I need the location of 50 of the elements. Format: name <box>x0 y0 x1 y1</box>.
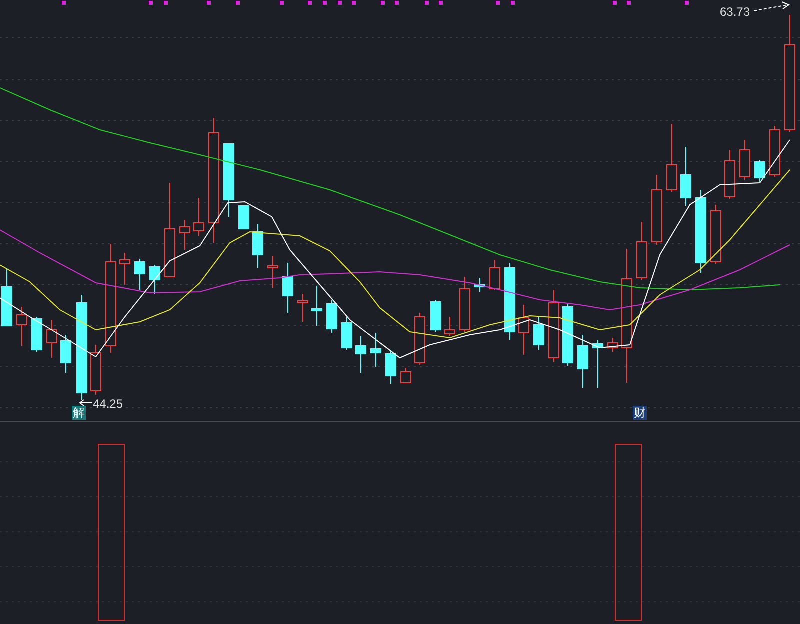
candlestick <box>400 368 412 384</box>
candlestick <box>16 306 28 346</box>
low-arrow-icon <box>79 400 92 406</box>
candlestick <box>562 302 574 366</box>
candlestick <box>238 206 250 230</box>
candlestick <box>770 126 780 178</box>
candlestick <box>430 300 442 332</box>
candlestick <box>120 252 130 286</box>
candlestick <box>578 334 588 388</box>
candlestick <box>474 278 486 292</box>
candlestick <box>356 336 366 374</box>
signal-marker: 财 <box>633 406 647 420</box>
candlestick <box>680 146 692 206</box>
candlestick <box>312 286 322 326</box>
candlestick <box>194 198 204 236</box>
candlestick <box>414 312 426 366</box>
candlestick <box>46 320 58 358</box>
candlestick <box>282 262 294 314</box>
candlestick <box>652 174 662 246</box>
low-price-label: 44.25 <box>93 396 124 413</box>
candlestick <box>460 276 470 332</box>
candlestick <box>150 264 160 294</box>
candlestick <box>298 294 308 322</box>
candlestick <box>444 316 456 336</box>
candlestick <box>90 344 102 396</box>
candlestick <box>592 340 604 388</box>
candlestick <box>326 300 338 334</box>
candlestick <box>32 316 42 352</box>
candlestick <box>740 140 750 180</box>
high-arrow-icon <box>754 2 790 12</box>
signal-marker: 解 <box>72 406 86 420</box>
candlestick <box>180 220 190 250</box>
candlestick <box>754 160 766 182</box>
candlestick <box>386 350 396 384</box>
candlestick <box>534 316 544 350</box>
high-price-label: 63.73 <box>720 4 750 21</box>
candlestick <box>252 224 264 268</box>
candlestick <box>724 150 736 200</box>
candlestick <box>268 256 278 288</box>
candlestick <box>370 332 382 368</box>
candlestick <box>342 316 352 350</box>
candlestick <box>518 304 530 356</box>
candlestick <box>666 124 678 192</box>
candlestick <box>608 338 618 352</box>
candlestick <box>134 258 146 290</box>
candlestick <box>60 334 72 374</box>
candlestick <box>2 268 12 326</box>
candlestick <box>710 204 722 264</box>
candlestick <box>490 260 500 290</box>
candlestick <box>636 222 648 280</box>
